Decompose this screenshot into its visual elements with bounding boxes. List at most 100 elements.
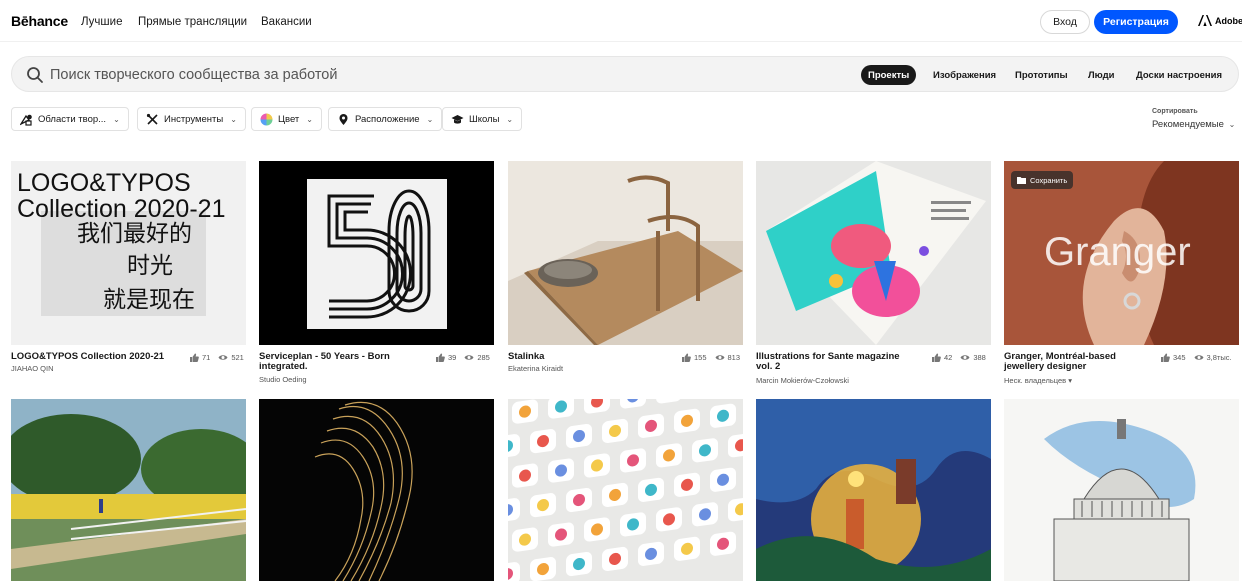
views-count: 521	[231, 353, 244, 362]
golden-line-face-artwork	[259, 399, 494, 581]
project-thumbnail-sante[interactable]	[756, 161, 991, 345]
project-thumbnail-logo-typos[interactable]: LOGO&TYPOS Collection 2020-21 我们最好的 时光 就…	[11, 161, 246, 345]
app-icons-pattern	[508, 399, 743, 581]
app-icon-tile	[602, 482, 628, 508]
nav-link-best[interactable]: Лучшие	[81, 16, 122, 28]
sante-magazine-artwork	[756, 161, 991, 345]
project-stats: 155 813	[681, 353, 740, 362]
sort-label: Сортировать	[1152, 108, 1198, 115]
app-icon-tile	[692, 438, 718, 463]
app-icon-tile	[584, 453, 610, 478]
project-owner[interactable]: Studio Oeding	[259, 375, 307, 384]
project-title[interactable]: Granger, Montréal-based jewellery design…	[1004, 352, 1134, 372]
project-stats: 39 285	[435, 353, 490, 362]
top-navigation: Bēhance Лучшие Прямые трансляции Ваканси…	[0, 0, 1242, 42]
app-icon-tile	[638, 477, 664, 502]
likes-count: 39	[448, 353, 457, 362]
login-button[interactable]: Вход	[1040, 10, 1090, 34]
thumbs-up-icon	[1161, 353, 1170, 362]
app-icon-tile	[602, 418, 628, 444]
landscape-painting-artwork	[11, 399, 246, 581]
logo-typos-artwork: LOGO&TYPOS Collection 2020-21 我们最好的 时光 就…	[17, 169, 225, 316]
eye-icon	[715, 355, 725, 360]
adobe-link[interactable]: Adobe	[1198, 15, 1242, 26]
likes-count: 155	[694, 353, 707, 362]
register-button[interactable]: Регистрация	[1094, 10, 1178, 34]
chevron-down-icon: ⌄	[306, 114, 313, 124]
behance-logo[interactable]: Bēhance	[11, 13, 68, 29]
app-icon-tile	[566, 551, 592, 577]
project-thumbnail-golden-face[interactable]	[259, 399, 494, 581]
project-thumbnail-serviceplan[interactable]	[259, 161, 494, 345]
app-icon-tile	[620, 512, 646, 537]
nav-link-jobs[interactable]: Вакансии	[261, 16, 312, 28]
likes-stat: 155	[681, 353, 707, 362]
views-stat: 388	[960, 353, 986, 362]
chevron-down-icon: ⌄	[506, 114, 514, 124]
likes-stat: 39	[435, 353, 456, 362]
app-icon-tile	[638, 413, 664, 438]
thumbs-up-icon	[190, 353, 199, 362]
filter-label: Расположение	[355, 113, 420, 125]
filter-location[interactable]: Расположение ⌄	[328, 107, 443, 131]
tab-projects[interactable]: Проекты	[861, 65, 917, 85]
tab-people[interactable]: Люди	[1081, 65, 1122, 85]
adobe-label: Adobe	[1215, 15, 1242, 26]
filter-label: Инструменты	[164, 113, 224, 125]
save-label: Сохранить	[1030, 175, 1068, 185]
likes-stat: 42	[931, 353, 952, 362]
project-owner[interactable]: Неск. владельцев ▾	[1004, 376, 1072, 385]
stalinka-interior-photo	[508, 161, 743, 345]
app-icon-tile	[620, 448, 646, 473]
likes-stat: 71	[189, 353, 210, 362]
search-input[interactable]: Поиск творческого сообщества за работой	[50, 67, 337, 83]
tab-prototypes[interactable]: Прототипы	[1008, 65, 1075, 85]
app-icon-tile	[656, 443, 682, 468]
filter-label: Области твор...	[38, 113, 107, 125]
filter-label: Цвет	[278, 113, 300, 125]
app-icon-tile	[674, 472, 700, 497]
project-title[interactable]: Illustrations for Sante magazine vol. 2	[756, 352, 916, 372]
app-icon-tile	[710, 403, 736, 428]
folder-icon	[1017, 177, 1026, 184]
app-icon-tile	[638, 541, 664, 566]
graduation-cap-icon	[451, 114, 464, 124]
nav-link-livestreams[interactable]: Прямые трансляции	[138, 16, 247, 28]
filter-schools[interactable]: Школы ⌄	[442, 107, 523, 131]
search-bar[interactable]: Поиск творческого сообщества за работой …	[11, 56, 1239, 92]
app-icon-tile	[512, 527, 538, 552]
views-stat: 3,8тыс.	[1194, 353, 1232, 362]
likes-count: 42	[944, 353, 953, 362]
project-thumbnail-landscape-painting[interactable]	[11, 399, 246, 581]
project-thumbnail-capitol[interactable]	[1004, 399, 1239, 581]
project-title[interactable]: LOGO&TYPOS Collection 2020-21	[11, 352, 176, 362]
filter-creative-fields[interactable]: Области твор... ⌄	[11, 107, 129, 131]
app-icon-tile	[512, 463, 538, 488]
app-icon-tile	[674, 536, 700, 561]
project-thumbnail-app-icons[interactable]	[508, 399, 743, 581]
tab-moodboards[interactable]: Доски настроения	[1129, 65, 1229, 85]
save-button[interactable]: Сохранить	[1011, 171, 1074, 189]
search-icon	[27, 67, 43, 83]
app-icon-tile	[548, 522, 574, 547]
filter-color[interactable]: Цвет ⌄	[251, 107, 322, 131]
app-icon-tile	[548, 458, 574, 483]
tab-images[interactable]: Изображения	[926, 65, 1003, 85]
app-icon-tile	[692, 502, 718, 527]
project-title[interactable]: Serviceplan - 50 Years - Born integrated…	[259, 352, 429, 372]
project-owner[interactable]: Marcin Mokierów-Czołowski	[756, 376, 849, 385]
project-owner[interactable]: Ekaterina Kiraidt	[508, 364, 563, 373]
project-thumbnail-adventure-illustration[interactable]	[756, 399, 991, 581]
project-stats: 345 3,8тыс.	[1160, 353, 1232, 362]
adobe-logo-icon	[1198, 15, 1212, 26]
project-thumbnail-stalinka[interactable]	[508, 161, 743, 345]
views-count: 285	[477, 353, 490, 362]
project-title[interactable]: Stalinka	[508, 352, 658, 362]
views-stat: 813	[715, 353, 740, 362]
tools-icon	[146, 113, 158, 125]
filter-tools[interactable]: Инструменты ⌄	[137, 107, 246, 131]
likes-count: 345	[1173, 353, 1186, 362]
filter-label: Школы	[469, 113, 500, 125]
project-owner[interactable]: JIAHAO QIN	[11, 364, 54, 373]
sort-dropdown[interactable]: Рекомендуемые ⌄	[1152, 119, 1235, 130]
